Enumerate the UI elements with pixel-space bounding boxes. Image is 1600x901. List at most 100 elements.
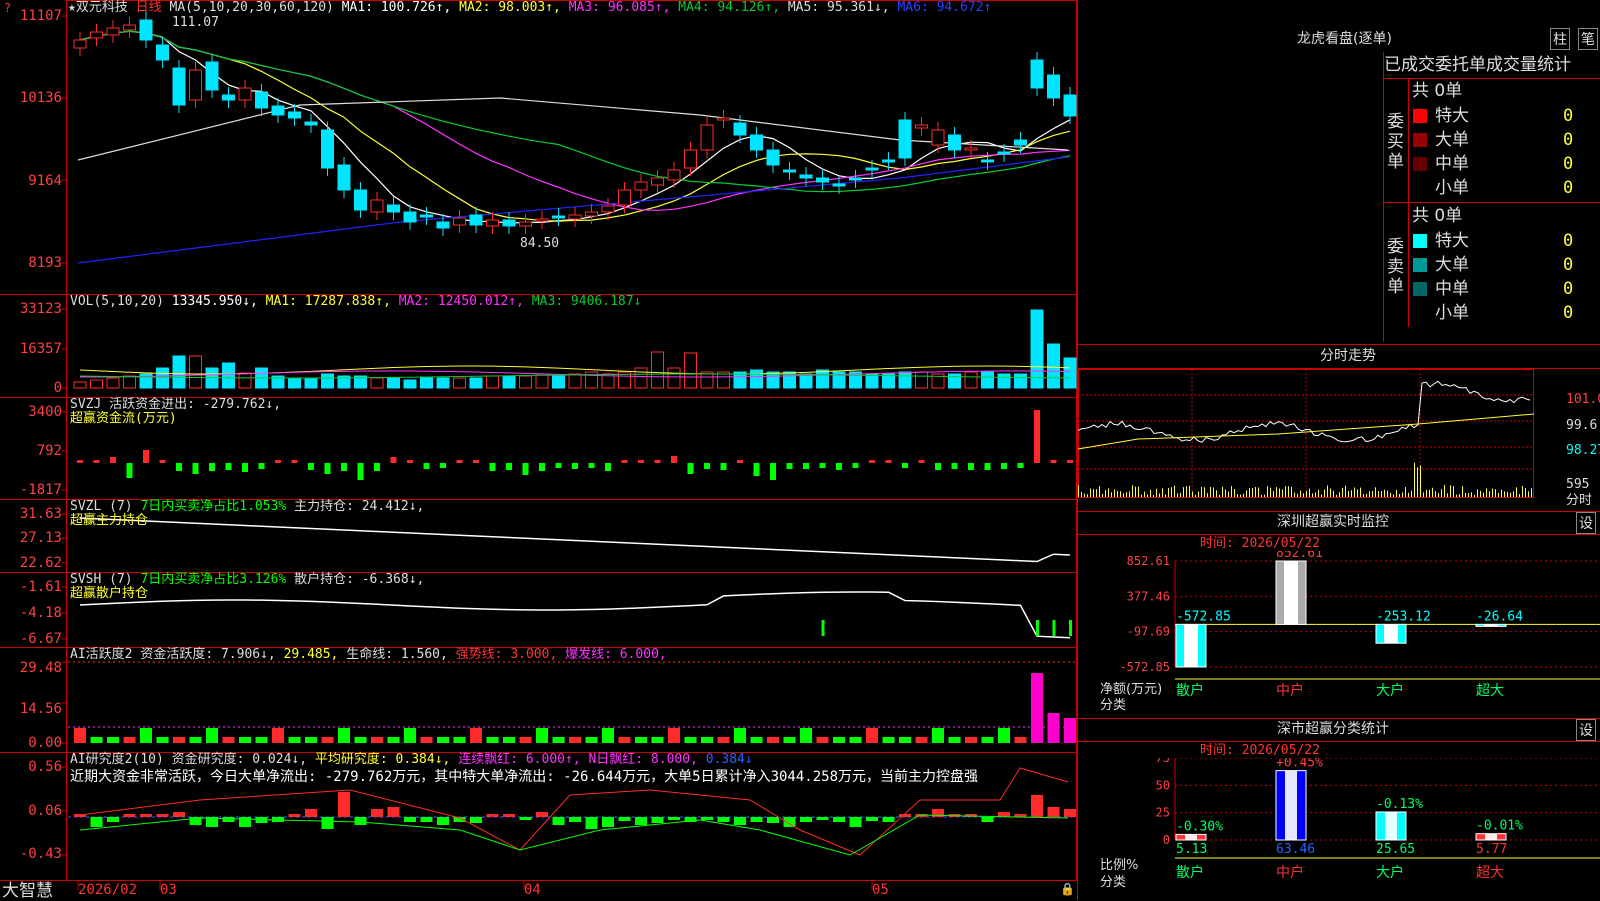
candle-body <box>899 120 911 158</box>
sell-row-swatch <box>1413 282 1427 296</box>
candle-body <box>619 190 631 205</box>
ai2-bar <box>289 814 301 817</box>
ai1-bar <box>850 737 862 743</box>
ai1-bar <box>388 737 400 743</box>
ai1-bar <box>223 737 235 743</box>
intraday-vol-bar <box>1165 494 1166 497</box>
intraday-vol-bar <box>1423 492 1424 497</box>
intraday-vol-bar <box>1087 494 1088 497</box>
ai1-bar <box>1031 673 1043 743</box>
svzj-bar <box>803 463 809 469</box>
intraday-vol-bar <box>1399 494 1400 497</box>
time-axis-month: 05 <box>872 883 889 898</box>
ai2-bar <box>553 817 565 825</box>
sz-class-xlabel: 分类 <box>1100 875 1126 890</box>
intraday-vol-bar <box>1444 485 1445 497</box>
volume-bar <box>503 376 515 388</box>
intraday-vol-bar <box>1252 488 1253 497</box>
svsh-header: SVSH (7) 7日内买卖净占比3.126% 散户持仓: -6.368↓, <box>70 572 424 587</box>
intraday-vol-bar <box>1195 495 1196 497</box>
volume-bar <box>949 374 961 388</box>
intraday-vol-bar <box>1408 493 1409 497</box>
monitor-bar-value: -572.85 <box>1176 609 1231 624</box>
price-axis-label: 8193 <box>0 255 62 271</box>
volume-bar <box>751 370 763 388</box>
star-icon[interactable]: ★ <box>68 0 76 15</box>
ai1-bar <box>520 737 532 743</box>
ai2-bar <box>239 817 251 827</box>
time-axis-month: 04 <box>524 883 541 898</box>
intraday-vol-bar <box>1192 492 1193 497</box>
class-category: 超大 <box>1476 865 1504 881</box>
svzj-bar <box>622 460 628 463</box>
intraday-vol-bar <box>1303 493 1304 497</box>
vol-axis-label: 16357 <box>0 341 62 357</box>
candle-body <box>404 212 416 222</box>
intraday-vol-bar <box>1372 491 1373 497</box>
time-axis-month: 03 <box>160 883 177 898</box>
kline-header: ★双元科技 日线 MA(5,10,20,30,60,120) MA1: 100.… <box>68 0 991 15</box>
intraday-vol-bar <box>1078 485 1079 497</box>
axis-tick-label: -572.85 <box>1119 660 1170 674</box>
ai1-bar <box>421 737 433 743</box>
svzj-bar <box>143 450 149 463</box>
ai1-bar <box>338 728 350 743</box>
ai2-bar <box>487 814 499 817</box>
monitor-bar-value: -253.12 <box>1376 609 1431 624</box>
svzj-bar <box>440 463 446 468</box>
sz-monitor-settings-button[interactable]: 设 <box>1576 512 1596 534</box>
svzj-bar <box>968 463 974 470</box>
ai2-bar <box>371 809 383 817</box>
axis-tick-label: 0 <box>1163 833 1170 847</box>
candle-body <box>569 215 581 219</box>
tick-view-button[interactable]: 笔 <box>1578 28 1598 50</box>
ai1-bar <box>982 737 994 743</box>
buy-table: 共 0单 特大00% 大单00% 中单00% 小单00% <box>1409 78 1600 202</box>
svzj-bar <box>886 460 892 463</box>
period-label[interactable]: 日线 <box>136 0 162 15</box>
lock-icon[interactable]: 🔒 <box>1060 882 1075 897</box>
ai2-bar <box>388 807 400 817</box>
chart-frame <box>67 1 1077 881</box>
class-bar-highlight <box>1185 834 1197 840</box>
candle-body <box>470 215 482 225</box>
svzj-bar <box>820 463 826 468</box>
svzj-bar <box>638 460 644 463</box>
intraday-vol-bar <box>1264 495 1265 497</box>
sz-class-settings-button[interactable]: 设 <box>1576 719 1596 741</box>
ai2-bar <box>421 817 433 822</box>
order-stats-tab[interactable]: 已成交委托单成交量统计 <box>1384 54 1571 76</box>
high-annotation: 111.07 <box>172 15 219 30</box>
ai2-bar <box>602 817 614 827</box>
intraday-price-label: 98.27 <box>1566 443 1600 458</box>
ai2-bar <box>305 809 317 817</box>
ai1-bar <box>734 728 746 743</box>
intraday-vol-bar <box>1108 488 1109 497</box>
ma2-value: MA2: 98.003↑, <box>459 0 561 15</box>
intraday-vol-bar <box>1390 493 1391 497</box>
intraday-vol-bar <box>1255 487 1256 497</box>
svzj-header: SVZJ 活跃资金进出: -279.762↓, <box>70 397 281 412</box>
intraday-chart[interactable] <box>1078 369 1600 510</box>
intraday-vol-bar <box>1324 490 1325 497</box>
ai1-bar <box>1064 718 1076 743</box>
intraday-vol-bar <box>1135 487 1136 497</box>
volume-bar <box>157 368 169 388</box>
candle-body <box>487 220 499 226</box>
brand-logo[interactable]: 大智慧 <box>2 882 53 900</box>
intraday-vol-bar <box>1279 488 1280 497</box>
intraday-vol-bar <box>1216 490 1217 497</box>
ai1-bar <box>932 728 944 743</box>
vol-axis-label: 33123 <box>0 301 62 317</box>
ai1-bar <box>784 737 796 743</box>
intraday-vol-bar <box>1111 492 1112 497</box>
vol-header: VOL(5,10,20) 13345.950↓, MA1: 17287.838↑… <box>70 294 641 309</box>
svzj-bar <box>737 460 743 463</box>
intraday-avg-line <box>1078 414 1534 449</box>
bar-view-button[interactable]: 柱 <box>1550 28 1570 50</box>
intraday-vol-bar <box>1234 489 1235 497</box>
intraday-vol-bar <box>1330 488 1331 497</box>
ai1-axis-label: 29.48 <box>0 660 62 676</box>
ai1-bar <box>635 737 647 743</box>
intraday-vol-bar <box>1348 491 1349 497</box>
